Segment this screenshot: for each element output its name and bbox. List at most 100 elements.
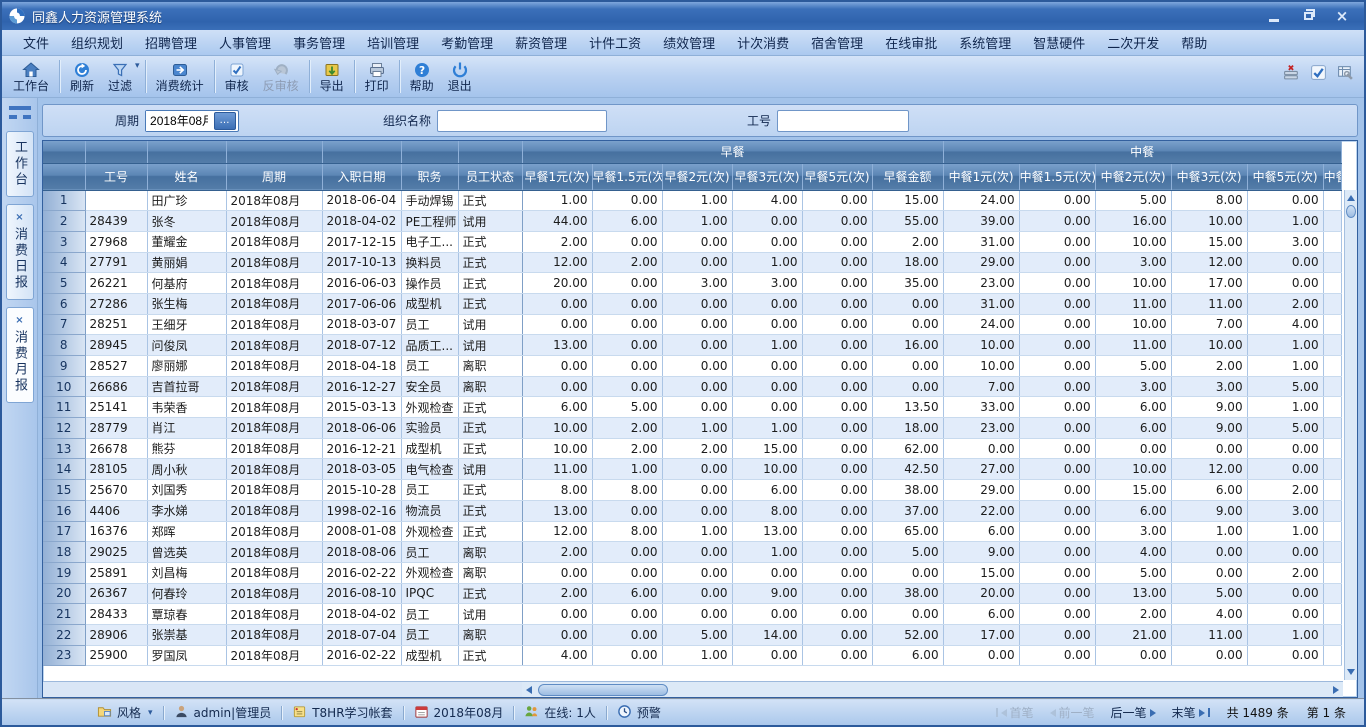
cell-hire-date[interactable]: 2017-06-06 — [322, 293, 401, 314]
tab-close-icon[interactable]: × — [15, 213, 23, 223]
cell-ln-1[interactable]: 10.00 — [943, 356, 1019, 377]
cell-ln-2[interactable]: 2.00 — [1095, 604, 1171, 625]
cell-bf-3[interactable]: 9.00 — [732, 583, 802, 604]
cell-bf-amount[interactable]: 37.00 — [872, 500, 943, 521]
cell-emp-status[interactable]: 正式 — [458, 190, 522, 211]
cell-ln-1[interactable]: 29.00 — [943, 480, 1019, 501]
cell-bf-3[interactable]: 0.00 — [732, 231, 802, 252]
cell-ln-1-5[interactable]: 0.00 — [1019, 314, 1095, 335]
cell-ln-2[interactable]: 11.00 — [1095, 293, 1171, 314]
cell-ln-2[interactable]: 5.00 — [1095, 190, 1171, 211]
cell-ln-3[interactable]: 7.00 — [1171, 314, 1247, 335]
cell-job-title[interactable]: 员工 — [401, 356, 458, 377]
cell-ln-1[interactable]: 23.00 — [943, 418, 1019, 439]
cell-period[interactable]: 2018年08月 — [226, 624, 322, 645]
cell-job-title[interactable]: 换料员 — [401, 252, 458, 273]
cell-ln-amount-partial[interactable] — [1323, 583, 1341, 604]
cell-ln-amount-partial[interactable] — [1323, 624, 1341, 645]
cell-job-title[interactable]: 员工 — [401, 480, 458, 501]
cell-bf-5[interactable]: 0.00 — [802, 438, 872, 459]
cell-ln-2[interactable]: 16.00 — [1095, 211, 1171, 232]
status-item-0[interactable]: 风格▾ — [87, 704, 163, 722]
row-number-cell[interactable]: 12 — [43, 418, 85, 439]
row-number-cell[interactable]: 9 — [43, 356, 85, 377]
cell-ln-2[interactable]: 15.00 — [1095, 480, 1171, 501]
cell-name[interactable]: 张崇基 — [147, 624, 226, 645]
cell-ln-5[interactable]: 1.00 — [1247, 397, 1323, 418]
row-number-cell[interactable]: 20 — [43, 583, 85, 604]
cell-ln-1[interactable]: 24.00 — [943, 190, 1019, 211]
cell-ln-2[interactable]: 5.00 — [1095, 356, 1171, 377]
cell-bf-1-5[interactable]: 0.00 — [592, 645, 662, 666]
cell-period[interactable]: 2018年08月 — [226, 459, 322, 480]
cell-emp-status[interactable]: 正式 — [458, 418, 522, 439]
cell-bf-amount[interactable]: 2.00 — [872, 231, 943, 252]
cell-bf-amount[interactable]: 52.00 — [872, 624, 943, 645]
cell-hire-date[interactable]: 2016-12-27 — [322, 376, 401, 397]
cell-name[interactable]: 黄丽娟 — [147, 252, 226, 273]
cell-job-title[interactable]: 员工 — [401, 314, 458, 335]
cell-bf-1[interactable]: 12.00 — [522, 252, 592, 273]
cell-bf-1-5[interactable]: 8.00 — [592, 521, 662, 542]
cell-period[interactable]: 2018年08月 — [226, 397, 322, 418]
cell-bf-1[interactable]: 2.00 — [522, 231, 592, 252]
cell-hire-date[interactable]: 1998-02-16 — [322, 500, 401, 521]
cell-hire-date[interactable]: 2015-03-13 — [322, 397, 401, 418]
column-header-emp-no[interactable]: 工号 — [85, 163, 147, 190]
cell-ln-2[interactable]: 3.00 — [1095, 376, 1171, 397]
cell-emp-no[interactable]: 25891 — [85, 562, 147, 583]
cell-ln-3[interactable]: 5.00 — [1171, 583, 1247, 604]
cell-bf-5[interactable]: 0.00 — [802, 335, 872, 356]
cell-bf-5[interactable]: 0.00 — [802, 521, 872, 542]
cell-bf-2[interactable]: 0.00 — [662, 356, 732, 377]
cell-ln-5[interactable]: 1.00 — [1247, 624, 1323, 645]
cell-emp-status[interactable]: 离职 — [458, 624, 522, 645]
cell-emp-status[interactable]: 正式 — [458, 521, 522, 542]
cell-ln-2[interactable]: 4.00 — [1095, 542, 1171, 563]
column-header-ln-5[interactable]: 中餐5元(次) — [1247, 163, 1323, 190]
cell-bf-1-5[interactable]: 0.00 — [592, 314, 662, 335]
row-number-cell[interactable]: 19 — [43, 562, 85, 583]
cell-bf-5[interactable]: 0.00 — [802, 583, 872, 604]
cell-ln-2[interactable]: 6.00 — [1095, 418, 1171, 439]
cell-bf-1-5[interactable]: 0.00 — [592, 500, 662, 521]
cell-bf-1[interactable]: 10.00 — [522, 418, 592, 439]
cell-ln-1[interactable]: 23.00 — [943, 273, 1019, 294]
cell-bf-3[interactable]: 0.00 — [732, 604, 802, 625]
cell-ln-2[interactable]: 0.00 — [1095, 438, 1171, 459]
cell-emp-status[interactable]: 正式 — [458, 273, 522, 294]
cell-bf-3[interactable]: 0.00 — [732, 314, 802, 335]
cell-bf-5[interactable]: 0.00 — [802, 356, 872, 377]
cell-ln-3[interactable]: 12.00 — [1171, 252, 1247, 273]
menu-item-9[interactable]: 绩效管理 — [652, 30, 726, 55]
column-header-bf-5[interactable]: 早餐5元(次) — [802, 163, 872, 190]
cell-bf-5[interactable]: 0.00 — [802, 542, 872, 563]
cell-bf-3[interactable]: 0.00 — [732, 645, 802, 666]
period-ellipsis-button[interactable]: … — [214, 112, 236, 130]
cell-bf-5[interactable]: 0.00 — [802, 314, 872, 335]
cell-ln-amount-partial[interactable] — [1323, 604, 1341, 625]
cell-ln-1[interactable]: 27.00 — [943, 459, 1019, 480]
cell-bf-3[interactable]: 1.00 — [732, 542, 802, 563]
cell-hire-date[interactable]: 2017-12-15 — [322, 231, 401, 252]
cell-ln-1[interactable]: 10.00 — [943, 335, 1019, 356]
menu-item-15[interactable]: 二次开发 — [1096, 30, 1170, 55]
cell-ln-5[interactable]: 1.00 — [1247, 335, 1323, 356]
cell-ln-3[interactable]: 8.00 — [1171, 190, 1247, 211]
cell-period[interactable]: 2018年08月 — [226, 583, 322, 604]
cell-emp-no[interactable]: 26686 — [85, 376, 147, 397]
cell-ln-1-5[interactable]: 0.00 — [1019, 397, 1095, 418]
cell-bf-5[interactable]: 0.00 — [802, 190, 872, 211]
column-header-bf-1[interactable]: 早餐1元(次) — [522, 163, 592, 190]
cell-ln-amount-partial[interactable] — [1323, 273, 1341, 294]
cell-name[interactable]: 何春玲 — [147, 583, 226, 604]
cell-bf-5[interactable]: 0.00 — [802, 562, 872, 583]
column-header-hire-date[interactable]: 入职日期 — [322, 163, 401, 190]
cell-bf-amount[interactable]: 18.00 — [872, 418, 943, 439]
cell-bf-5[interactable]: 0.00 — [802, 480, 872, 501]
cell-bf-1-5[interactable]: 1.00 — [592, 459, 662, 480]
cell-job-title[interactable]: 电气检查 — [401, 459, 458, 480]
cell-bf-5[interactable]: 0.00 — [802, 273, 872, 294]
cell-emp-status[interactable]: 离职 — [458, 562, 522, 583]
cell-ln-amount-partial[interactable] — [1323, 356, 1341, 377]
